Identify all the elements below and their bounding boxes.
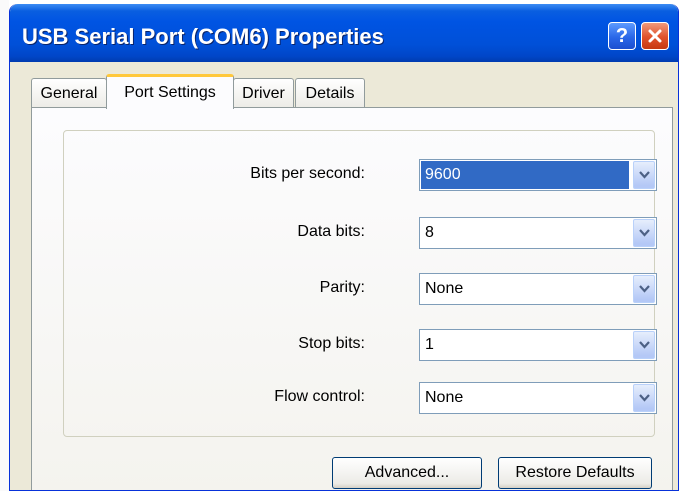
help-button[interactable]: ? (608, 22, 636, 50)
bits-per-second-select[interactable]: 9600 (419, 159, 657, 191)
parity-select[interactable]: None (419, 273, 657, 305)
tab-details[interactable]: Details (295, 78, 365, 108)
tab-port-settings[interactable]: Port Settings (106, 74, 234, 109)
tab-label: General (40, 84, 98, 102)
tab-driver[interactable]: Driver (233, 78, 294, 108)
chevron-down-icon[interactable] (633, 161, 655, 189)
flow-control-select[interactable]: None (419, 382, 657, 414)
chevron-down-icon[interactable] (633, 331, 655, 359)
data-bits-select[interactable]: 8 (419, 217, 657, 249)
tab-general[interactable]: General (31, 78, 107, 108)
flow-control-value: None (425, 389, 464, 406)
chevron-down-icon[interactable] (633, 275, 655, 303)
data-bits-value: 8 (425, 224, 434, 241)
parity-label: Parity: (319, 279, 365, 296)
settings-group: Bits per second: 9600 Data bits: 8 Parit… (63, 130, 657, 437)
close-button[interactable] (641, 22, 669, 50)
close-icon (648, 29, 662, 43)
stop-bits-value: 1 (425, 336, 434, 353)
background-edge (0, 0, 9, 491)
bits-per-second-label: Bits per second: (250, 165, 365, 182)
tab-label: Port Settings (124, 84, 216, 101)
chevron-down-icon[interactable] (633, 219, 655, 247)
title-bar[interactable]: USB Serial Port (COM6) Properties ? (10, 4, 678, 62)
chevron-down-icon[interactable] (633, 384, 655, 412)
tab-label: Driver (242, 84, 285, 102)
data-bits-label: Data bits: (297, 223, 365, 240)
port-settings-panel: Bits per second: 9600 Data bits: 8 Parit… (31, 107, 673, 490)
properties-dialog: USB Serial Port (COM6) Properties ? Gene… (9, 4, 679, 491)
stop-bits-label: Stop bits: (298, 335, 365, 352)
help-icon: ? (615, 24, 629, 47)
window-title: USB Serial Port (COM6) Properties (22, 24, 384, 49)
flow-control-label: Flow control: (274, 388, 365, 405)
stop-bits-select[interactable]: 1 (419, 329, 657, 361)
parity-value: None (425, 280, 464, 297)
advanced-button[interactable]: Advanced... (332, 457, 482, 489)
restore-defaults-button[interactable]: Restore Defaults (498, 457, 652, 489)
bits-per-second-value: 9600 (421, 161, 629, 189)
tab-label: Details (305, 84, 355, 102)
